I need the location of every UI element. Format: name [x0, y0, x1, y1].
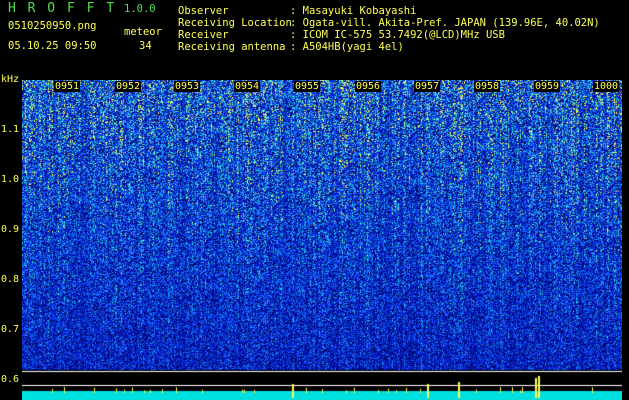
info-antenna-label: Receiving antenna: [178, 41, 286, 53]
info-observer-value: : Masayuki Kobayashi: [290, 5, 417, 17]
info-antenna-value: : A504HB(yagi 4el): [290, 41, 404, 53]
time-label-0957: 0957: [414, 81, 441, 92]
app-title: H R O F F T: [8, 1, 117, 16]
info-location-label: Receiving Location: [178, 17, 292, 29]
y-tick-0-8: 0.8: [1, 274, 20, 285]
y-tick-1-1: 1.1: [1, 124, 20, 135]
time-label-0955: 0955: [294, 81, 321, 92]
time-label-0952: 0952: [115, 81, 142, 92]
y-axis-unit: kHz: [1, 74, 20, 85]
time-label-1000: 1000: [593, 81, 620, 92]
info-location-value: : Ogata-vill. Akita-Pref. JAPAN (139.96E…: [290, 17, 600, 29]
y-tick-0-7: 0.7: [1, 324, 20, 335]
spectrogram: [22, 80, 622, 400]
time-label-0953: 0953: [174, 81, 201, 92]
time-label-0958: 0958: [474, 81, 501, 92]
time-label-0954: 0954: [234, 81, 261, 92]
file-name: 0510250950.png: [8, 20, 97, 32]
info-receiver-label: Receiver: [178, 29, 229, 41]
time-label-0959: 0959: [534, 81, 561, 92]
meteor-label: meteor: [124, 26, 162, 38]
meteor-count: 34: [139, 40, 152, 52]
app-version: 1.0.0: [124, 3, 156, 15]
time-label-0956: 0956: [355, 81, 382, 92]
info-observer-label: Observer: [178, 5, 229, 17]
y-tick-0-9: 0.9: [1, 224, 20, 235]
y-tick-1-0: 1.0: [1, 174, 20, 185]
time-label-0951: 0951: [54, 81, 81, 92]
file-datetime: 05.10.25 09:50: [8, 40, 97, 52]
y-tick-0-6: 0.6: [1, 374, 20, 385]
info-receiver-value: : ICOM IC-575 53.7492(@LCD)MHz USB: [290, 29, 505, 41]
